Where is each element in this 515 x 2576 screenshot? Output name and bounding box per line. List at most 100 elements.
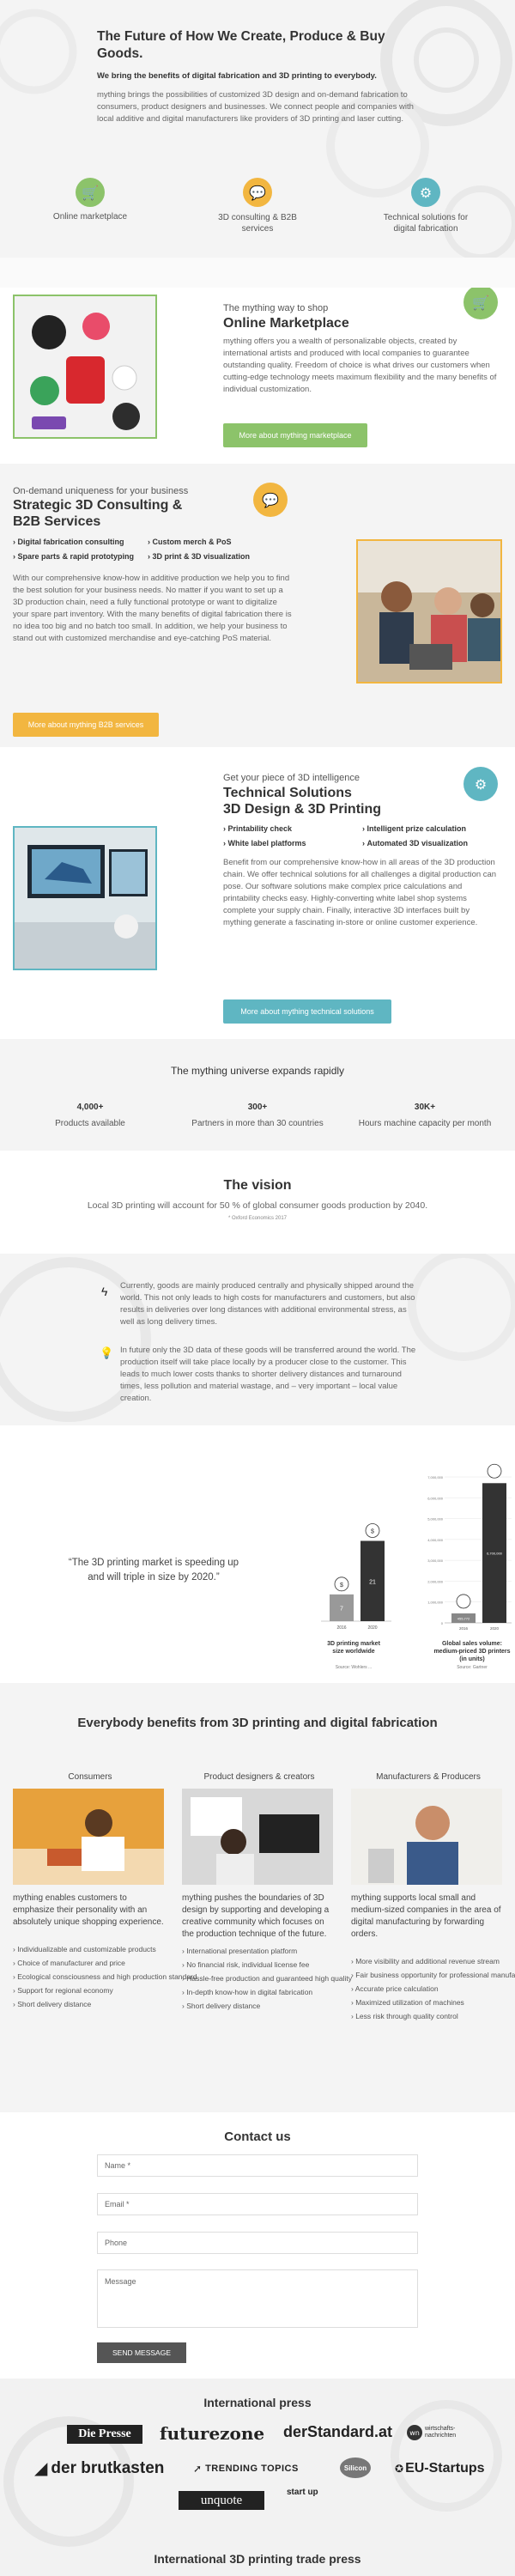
- market-quote: “The 3D printing market is speeding up a…: [68, 1558, 239, 1583]
- column-list: › More visibility and additional revenue…: [351, 1956, 515, 2021]
- marketplace-button[interactable]: More about mything marketplace: [223, 423, 367, 447]
- list-item: › Short delivery distance: [13, 2000, 92, 2008]
- list-item: › Choice of manufacturer and price: [13, 1959, 125, 1967]
- technical-bullets-right: › Intelligent prize calculation › Automa…: [362, 822, 468, 851]
- phone-field[interactable]: Phone: [97, 2232, 418, 2254]
- logo-wirtschafts-nachrichten[interactable]: wn wirtschafts-nachrichten: [407, 2425, 476, 2440]
- list-item: › International presentation platform: [182, 1947, 298, 1955]
- vision-point-1: Currently, goods are mainly produced cen…: [120, 1281, 415, 1327]
- technical-kicker: Get your piece of 3D intelligence: [223, 773, 360, 783]
- tick-label: 3,000,000: [427, 1558, 444, 1563]
- chat-icon: 💬: [243, 178, 272, 207]
- bar-value-label: 455,772: [457, 1616, 470, 1620]
- list-item: › Less risk through quality control: [351, 2012, 458, 2020]
- technical-title-line2: 3D Design & 3D Printing: [223, 802, 382, 817]
- manufacturer-portrait-image: [351, 1789, 502, 1885]
- trade-press-title: International 3D printing trade press: [154, 2552, 361, 2566]
- marketplace-kicker: The mything way to shop: [223, 303, 329, 313]
- column-heading: Product designers & creators: [203, 1772, 315, 1782]
- universe-section: The mything universe expands rapidly 4,0…: [0, 1039, 515, 1151]
- message-field[interactable]: Message: [97, 2269, 418, 2328]
- stat-capacity: 30K+ Hours machine capacity per month: [348, 1103, 502, 1128]
- wn-icon: wn: [407, 2425, 422, 2440]
- feature-consulting[interactable]: 💬 3D consulting & B2B services: [213, 178, 302, 234]
- tick-label: 7,000,000: [427, 1475, 444, 1479]
- vision-title: The vision: [223, 1178, 292, 1193]
- feature-technical[interactable]: ⚙ Technical solutions for digital fabric…: [374, 178, 477, 234]
- benefit-column-designers: Product designers & creators mything pus…: [182, 1772, 352, 2011]
- logo-start-up[interactable]: start up: [287, 2488, 323, 2497]
- business-meeting-image: [358, 541, 500, 682]
- list-item: › In-depth know-how in digital fabricati…: [182, 1988, 313, 1996]
- vision-section: The vision Local 3D printing will accoun…: [0, 1151, 515, 1254]
- list-item: › Accurate price calculation: [351, 1984, 439, 1993]
- press-title: International press: [203, 2396, 312, 2409]
- logo-derstandard[interactable]: derStandard.at: [283, 2423, 392, 2441]
- lightning-icon: ϟ: [101, 1285, 108, 1298]
- bullet-item: › Printability check: [223, 824, 293, 833]
- logo-trending-topics[interactable]: ➚ TRENDING TOPICS: [193, 2463, 299, 2475]
- logo-futurezone[interactable]: futurezone: [160, 2423, 264, 2444]
- consulting-photo: [356, 539, 502, 683]
- designer-at-desk-image: [182, 1789, 333, 1885]
- vision-source: * Oxford Economics 2017: [227, 1216, 288, 1221]
- bullet-item: › Digital fabrication consulting: [13, 538, 124, 546]
- badge-value: $: [371, 1529, 374, 1535]
- consumer-photo: [13, 1789, 164, 1885]
- tick-label: 4,000,000: [427, 1538, 444, 1542]
- consulting-bullets-left: › Digital fabrication consulting › Spare…: [13, 535, 134, 564]
- tick-label: 5,000,000: [427, 1517, 444, 1522]
- feature-label: Online marketplace: [52, 212, 128, 222]
- list-item: › Fair business opportunity for professi…: [351, 1971, 515, 1979]
- feature-label: Technical solutions for digital fabricat…: [383, 213, 469, 234]
- chat-icon: 💬: [253, 483, 288, 517]
- bullet-item: › Custom merch & PoS: [148, 538, 232, 546]
- star-icon: ✪: [395, 2463, 404, 2475]
- consulting-text: With our comprehensive know-how in addit…: [13, 574, 292, 643]
- bullet-item: › 3D print & 3D visualization: [148, 552, 251, 561]
- tick-label: 2,000,000: [427, 1579, 444, 1583]
- column-text: mything pushes the boundaries of 3D desi…: [182, 1893, 330, 1939]
- designer-photo: [182, 1789, 333, 1885]
- logo-die-presse[interactable]: Die Presse: [67, 2425, 142, 2444]
- list-item: › Support for regional economy: [13, 1986, 113, 1995]
- logo-eu-startups[interactable]: ✪ EU-Startups: [395, 2461, 485, 2476]
- category-label: 2016: [459, 1626, 469, 1631]
- technical-button[interactable]: More about mything technical solutions: [223, 999, 391, 1024]
- hero-title: The Future of How We Create, Produce & B…: [97, 29, 385, 61]
- hero-subtitle: We bring the benefits of digital fabrica…: [97, 71, 377, 81]
- email-field[interactable]: Email *: [97, 2193, 418, 2215]
- consulting-title-line2: B2B Services: [13, 514, 101, 529]
- feature-online-marketplace[interactable]: 🛒 Online marketplace: [43, 178, 137, 222]
- bar-value-label: 21: [369, 1579, 376, 1585]
- send-message-button[interactable]: SEND MESSAGE: [97, 2342, 186, 2363]
- stat-label: Partners in more than 30 countries: [191, 1119, 324, 1128]
- logo-der-brutkasten[interactable]: ◢ der brutkasten: [34, 2458, 164, 2479]
- cart-icon: 🛒: [76, 178, 105, 207]
- 3d-printed-objects-image: [15, 296, 155, 437]
- hero-section: The Future of How We Create, Produce & B…: [0, 0, 515, 288]
- logo-text: der brutkasten: [51, 2458, 165, 2477]
- benefit-column-consumers: Consumers mything enables customers to e…: [13, 1772, 197, 2009]
- vision-point-2: In future only the 3D data of these good…: [120, 1346, 416, 1403]
- benefits-title: Everybody benefits from 3D printing and …: [77, 1716, 438, 1730]
- chart1-source: Source: Wohlers ...: [335, 1665, 373, 1670]
- technical-text: Benefit from our comprehensive know-how …: [223, 858, 497, 927]
- lightbulb-icon: 💡: [100, 1346, 114, 1359]
- consulting-kicker: On-demand uniqueness for your business: [13, 486, 189, 496]
- consulting-button[interactable]: More about mything B2B services: [13, 713, 159, 737]
- logo-silicon[interactable]: Silicon: [340, 2458, 371, 2478]
- feature-label: 3D consulting & B2B services: [218, 213, 297, 234]
- market-section: “The 3D printing market is speeding up a…: [0, 1425, 515, 1683]
- stat-partners: 300+ Partners in more than 30 countries: [172, 1103, 343, 1128]
- tick-label: 0: [441, 1621, 444, 1625]
- column-heading: Consumers: [68, 1772, 112, 1782]
- bar-value-label: 6,700,000: [487, 1552, 503, 1556]
- name-field[interactable]: Name *: [97, 2154, 418, 2177]
- logo-unquote[interactable]: unquote: [179, 2491, 264, 2510]
- list-item: › Ecological consciousness and high prod…: [13, 1972, 197, 1981]
- vision-text: Local 3D printing will account for 50 % …: [87, 1200, 428, 1211]
- badge-value: $: [340, 1583, 343, 1589]
- column-list: › International presentation platform › …: [182, 1946, 352, 2011]
- printer-sales-chart: 7,000,000 6,000,000 5,000,000 4,000,000 3,00…: [427, 1463, 512, 1631]
